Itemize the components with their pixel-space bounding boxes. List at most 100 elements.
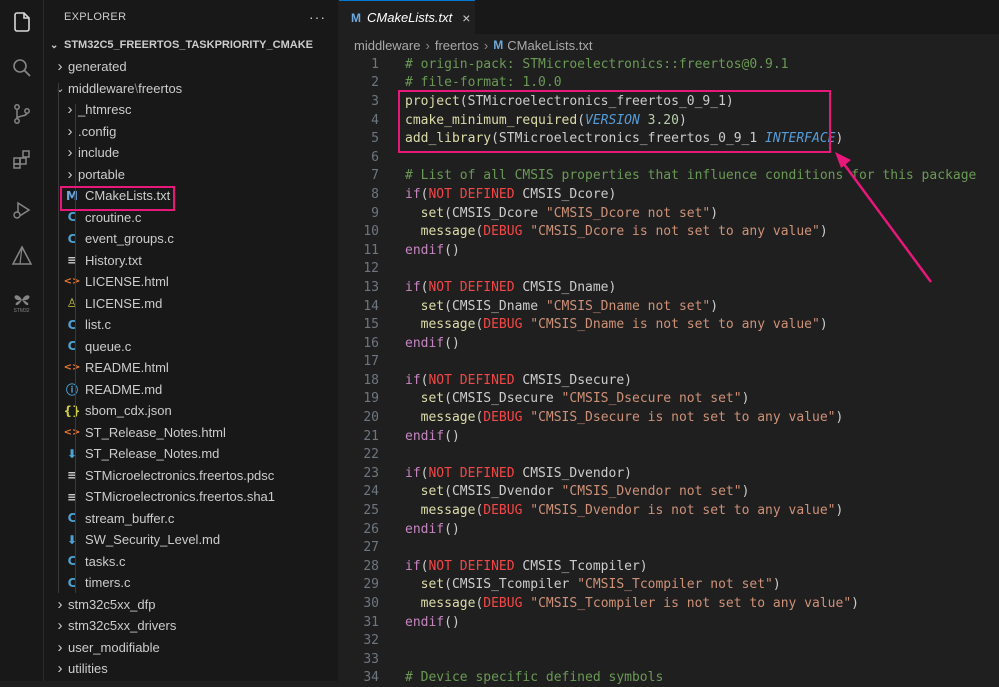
tree-item[interactable]: ⬇ ST_Release_Notes.md — [44, 443, 338, 465]
stm32-icon[interactable]: STM32 — [0, 280, 43, 324]
tree-item[interactable]: Ctasks.c — [44, 551, 338, 573]
tree-item[interactable]: Ccroutine.c — [44, 207, 338, 229]
tree-item[interactable]: M CMakeLists.txt — [44, 185, 338, 207]
tree-item[interactable]: › generated — [44, 56, 338, 78]
editor-area: M CMakeLists.txt × middleware › freertos… — [339, 0, 999, 685]
code-token: if — [405, 465, 421, 481]
code-text: set(CMSIS_Dsecure "CMSIS_Dsecure not set… — [405, 391, 750, 407]
close-icon[interactable]: × — [462, 10, 470, 26]
tab-label: CMakeLists.txt — [367, 10, 453, 25]
code-text: cmake_minimum_required(VERSION 3.20) — [405, 113, 687, 128]
code-line: 24 set(CMSIS_Dvendor "CMSIS_Dvendor not … — [339, 483, 999, 502]
tree-item[interactable]: Cstream_buffer.c — [44, 508, 338, 530]
tree-item[interactable]: <> LICENSE.html — [44, 271, 338, 293]
tree-item[interactable]: Clist.c — [44, 314, 338, 336]
file-icon: ⓘ — [65, 382, 78, 397]
tree-item[interactable]: Ctimers.c — [44, 572, 338, 594]
tree-item[interactable]: ⓘ README.md — [44, 379, 338, 401]
tree-item[interactable]: ⬇ SW_Security_Level.md — [44, 529, 338, 551]
project-folder[interactable]: ⌄ STM32C5_FREERTOS_TASKPRIORITY_CMAKE — [44, 34, 338, 56]
code-text: endif() — [405, 243, 460, 258]
breadcrumb: middleware › freertos › M CMakeLists.txt — [339, 34, 999, 56]
tree-item[interactable]: Cevent_groups.c — [44, 228, 338, 250]
tree-item[interactable]: <> ST_Release_Notes.html — [44, 422, 338, 444]
code-text: endif() — [405, 615, 460, 630]
breadcrumb-item-freertos[interactable]: freertos — [435, 38, 479, 53]
code-text: set(CMSIS_Dname "CMSIS_Dname not set") — [405, 299, 718, 314]
tree-item-label: STMicroelectronics.freertos.sha1 — [85, 489, 276, 505]
tree-item[interactable]: ♙ LICENSE.md — [44, 293, 338, 315]
code-token: ) — [835, 410, 844, 426]
tree-item[interactable]: › .config — [44, 121, 338, 143]
code-token: ) — [772, 577, 781, 593]
tree-item-label: stream_buffer.c — [85, 510, 175, 526]
file-icon: <> — [63, 426, 81, 438]
file-icon: C — [67, 339, 77, 354]
code-text: project(STMicroelectronics_freertos_0_9_… — [405, 94, 734, 109]
tree-item-label: LICENSE.html — [85, 274, 169, 290]
code-token: CMSIS_Tcompiler) — [514, 558, 648, 574]
line-number: 13 — [363, 279, 379, 295]
line-number: 29 — [363, 577, 379, 593]
code-token: "CMSIS_Tcompiler is not set to any value… — [530, 596, 852, 612]
tree-item[interactable]: › stm32c5xx_drivers — [44, 615, 338, 637]
line-number: 10 — [363, 224, 379, 240]
cmake-file-icon: M — [493, 38, 504, 52]
line-number: 19 — [363, 391, 379, 407]
code-token: DEBUG — [483, 503, 523, 519]
tree-item[interactable]: ⌄ middleware \ freertos — [44, 78, 338, 100]
breadcrumb-item-middleware[interactable]: middleware — [354, 38, 420, 53]
line-number: 31 — [363, 614, 379, 630]
breadcrumb-item-file[interactable]: CMakeLists.txt — [507, 38, 592, 53]
code-line: 31 endif() — [339, 613, 999, 632]
code-line: 18 if(NOT DEFINED CMSIS_Dsecure) — [339, 371, 999, 390]
tree-item[interactable]: <> README.html — [44, 357, 338, 379]
tree-item[interactable]: ≡ STMicroelectronics.freertos.pdsc — [44, 465, 338, 487]
tree-item[interactable]: › portable — [44, 164, 338, 186]
extensions-icon[interactable] — [0, 138, 43, 182]
explorer-icon[interactable] — [0, 0, 43, 44]
code-token: "CMSIS_Dvendor not set" — [561, 484, 742, 500]
code-token: "CMSIS_Dvendor is not set to any value" — [530, 503, 836, 519]
tree-item[interactable]: › include — [44, 142, 338, 164]
source-control-icon[interactable] — [0, 92, 43, 136]
more-actions-icon[interactable]: ··· — [309, 9, 326, 25]
tree-item-label: include — [78, 145, 120, 161]
code-line: 29 set(CMSIS_Tcompiler "CMSIS_Tcompiler … — [339, 576, 999, 595]
tree-item[interactable]: › stm32c5xx_dfp — [44, 594, 338, 616]
cmake-icon[interactable] — [0, 234, 43, 278]
code-token: message — [420, 410, 476, 426]
code-token: endif — [405, 428, 445, 444]
search-icon[interactable] — [0, 46, 43, 90]
code-line: 26 endif() — [339, 520, 999, 539]
tree-item[interactable]: › _htmresc — [44, 99, 338, 121]
tree-item-label: LICENSE.md — [85, 295, 163, 311]
code-token: DEBUG — [483, 224, 523, 240]
tab-cmakelists[interactable]: M CMakeLists.txt × — [339, 0, 475, 34]
tree-item[interactable]: Cqueue.c — [44, 336, 338, 358]
tree-item[interactable]: › user_modifiable — [44, 637, 338, 659]
chevron-down-icon: ⌄ — [50, 39, 59, 51]
code-token: message — [420, 317, 476, 333]
tree-item[interactable]: ≡ STMicroelectronics.freertos.sha1 — [44, 486, 338, 508]
line-number: 5 — [371, 131, 379, 147]
code-text: # origin-pack: STMicroelectronics::freer… — [405, 57, 789, 72]
tree-item[interactable]: ≡ History.txt — [44, 250, 338, 272]
code-token: set — [420, 391, 445, 407]
tree-item[interactable]: › utilities — [44, 658, 338, 680]
code-line: 23 if(NOT DEFINED CMSIS_Dvendor) — [339, 464, 999, 483]
code-line: 2 # file-format: 1.0.0 — [339, 74, 999, 93]
code-token: message — [420, 596, 476, 612]
tree-item-label: croutine.c — [85, 209, 142, 225]
tree-item-label: _htmresc — [78, 102, 132, 118]
code-token: 3.20 — [647, 112, 679, 128]
tree-item[interactable]: {} sbom_cdx.json — [44, 400, 338, 422]
indent-guide — [75, 104, 76, 593]
run-debug-icon[interactable] — [0, 188, 43, 232]
tree-item-label: README.html — [85, 360, 169, 376]
code-token: (STMicroelectronics_freertos_0_9_1 — [491, 131, 766, 147]
code-token: NOT DEFINED — [428, 186, 515, 202]
code-token: NOT DEFINED — [428, 372, 515, 388]
